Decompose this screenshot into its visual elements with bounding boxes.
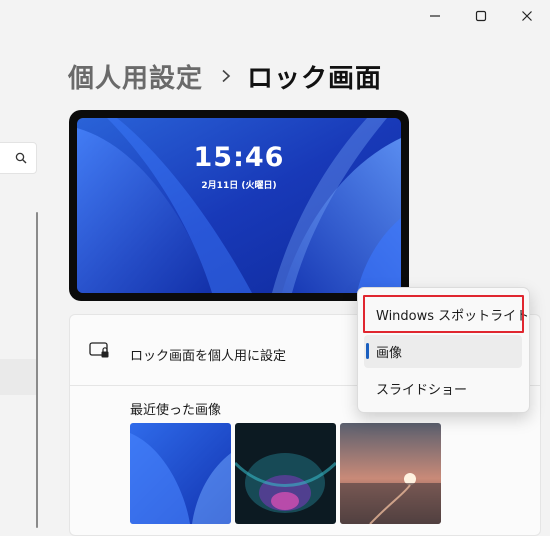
minimize-icon	[430, 15, 440, 17]
selected-indicator	[366, 343, 369, 359]
preview-wallpaper: 15:46 2月11日 (火曜日)	[77, 118, 401, 293]
recent-images-list	[130, 423, 441, 524]
breadcrumb-parent-link[interactable]: 個人用設定	[68, 58, 203, 95]
dark-glow-wallpaper	[235, 423, 336, 524]
maximize-icon	[475, 10, 487, 22]
personalize-lock-screen-label: ロック画面を個人用に設定	[130, 349, 287, 364]
sidebar-item-selected[interactable]	[0, 359, 37, 395]
annotation-highlight-box	[363, 295, 524, 333]
minimize-button[interactable]	[412, 0, 458, 32]
close-icon	[522, 11, 532, 21]
search-icon	[15, 152, 27, 164]
search-input[interactable]	[0, 142, 37, 174]
recent-image-thumbnail[interactable]	[340, 423, 441, 524]
sunset-lake-photo	[340, 423, 441, 524]
breadcrumb: 個人用設定 ロック画面	[68, 56, 382, 96]
dropdown-option-label: 画像	[376, 346, 403, 361]
window-controls	[412, 0, 550, 32]
lock-screen-preview: 15:46 2月11日 (火曜日)	[69, 110, 409, 301]
recent-image-thumbnail[interactable]	[235, 423, 336, 524]
lock-screen-time: 15:46	[193, 142, 285, 173]
maximize-button[interactable]	[458, 0, 504, 32]
lock-screen-date: 2月11日 (火曜日)	[201, 181, 277, 191]
page-title: ロック画面	[247, 63, 383, 94]
dropdown-option-picture[interactable]: 画像	[364, 335, 522, 368]
close-button[interactable]	[504, 0, 550, 32]
recent-images-label: 最近使った画像	[130, 403, 222, 418]
blue-bloom-wallpaper	[130, 423, 231, 524]
dropdown-option-slideshow[interactable]: スライドショー	[364, 372, 522, 405]
lock-screen-icon	[89, 342, 109, 358]
recent-image-thumbnail[interactable]	[130, 423, 231, 524]
chevron-right-icon	[221, 69, 231, 83]
sidebar-scrollbar[interactable]	[36, 212, 38, 528]
